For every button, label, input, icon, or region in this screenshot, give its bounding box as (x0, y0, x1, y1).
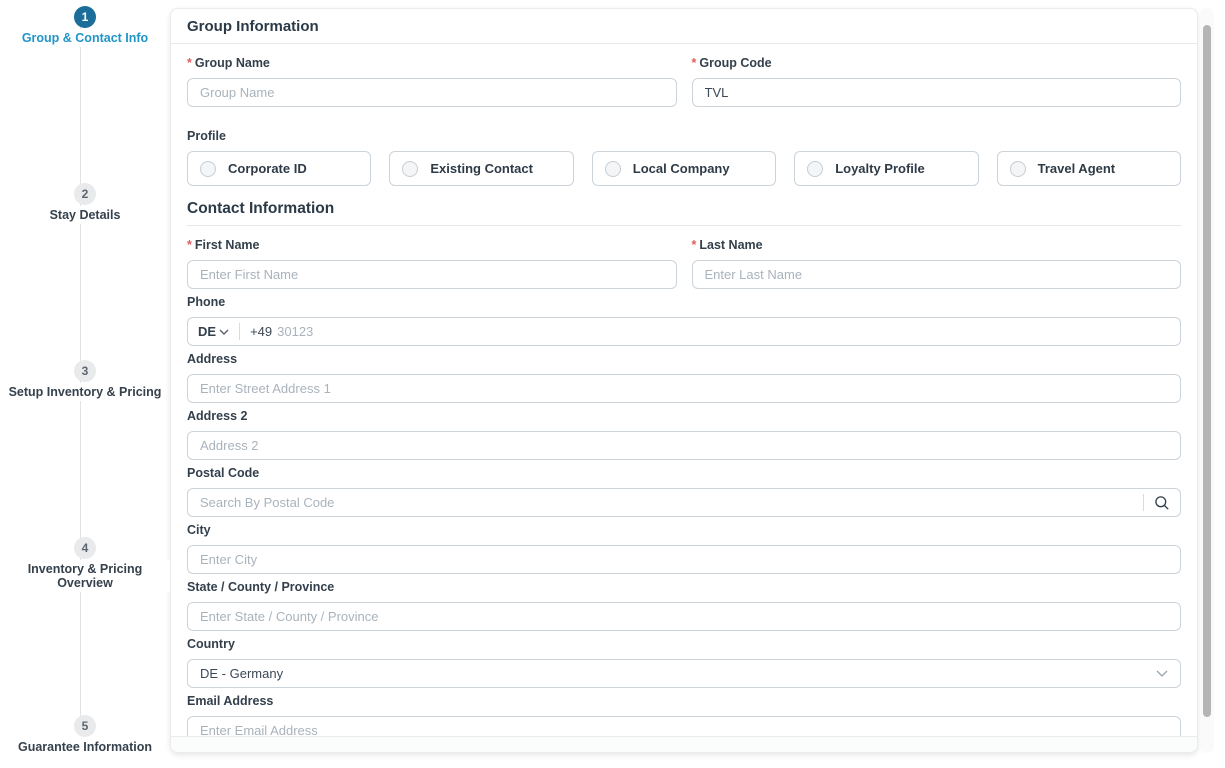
required-asterisk: * (187, 238, 192, 252)
city-field-group: City (187, 523, 1181, 574)
radio-icon[interactable] (605, 161, 621, 177)
postal-code-label: Postal Code (187, 466, 1181, 481)
required-asterisk: * (692, 238, 697, 252)
group-code-input[interactable] (692, 78, 1182, 107)
panel-footer (171, 736, 1197, 752)
profile-option-local-company[interactable]: Local Company (592, 151, 776, 186)
radio-icon[interactable] (402, 161, 418, 177)
profile-option-loyalty-profile[interactable]: Loyalty Profile (794, 151, 978, 186)
phone-composite-input: DE +49 (187, 317, 1181, 346)
phone-country-selector[interactable]: DE (198, 324, 229, 339)
country-label: Country (187, 637, 1181, 652)
step-number-badge[interactable]: 1 (74, 6, 96, 28)
step-label[interactable]: Inventory & Pricing Overview (0, 560, 170, 592)
state-field-group: State / County / Province (187, 580, 1181, 631)
postal-code-composite-input (187, 488, 1181, 517)
group-name-input[interactable] (187, 78, 677, 107)
phone-field-group: Phone DE +49 (187, 295, 1181, 346)
phone-dial-code: +49 (250, 324, 272, 339)
group-code-field-group: *Group Code (692, 56, 1182, 107)
last-name-label: *Last Name (692, 238, 1182, 253)
step-label[interactable]: Setup Inventory & Pricing (5, 383, 166, 401)
first-name-input[interactable] (187, 260, 677, 289)
group-information-panel: Group Information *Group Name *Group Cod… (170, 8, 1198, 753)
address-input[interactable] (187, 374, 1181, 403)
profile-label: Profile (187, 129, 1181, 144)
wizard-stepper: 1 Group & Contact Info 2 Stay Details 3 … (0, 0, 170, 768)
profile-option-corporate-id[interactable]: Corporate ID (187, 151, 371, 186)
state-input[interactable] (187, 602, 1181, 631)
panel-title: Group Information (171, 9, 1197, 44)
scrollbar-thumb[interactable] (1203, 25, 1211, 717)
required-asterisk: * (692, 56, 697, 70)
divider (1143, 494, 1144, 511)
group-name-label: *Group Name (187, 56, 677, 71)
profile-field-group: Profile Corporate ID Existing Contact Lo… (187, 129, 1181, 186)
stepper-step-group-contact-info[interactable]: 1 Group & Contact Info (0, 6, 170, 47)
profile-option-travel-agent[interactable]: Travel Agent (997, 151, 1181, 186)
address-field-group: Address (187, 352, 1181, 403)
stepper-step-guarantee-information[interactable]: 5 Guarantee Information (0, 715, 170, 756)
search-icon (1154, 495, 1170, 511)
country-select[interactable]: DE - Germany (187, 659, 1181, 688)
email-label: Email Address (187, 694, 1181, 709)
group-code-label: *Group Code (692, 56, 1182, 71)
address-label: Address (187, 352, 1181, 367)
first-name-field-group: *First Name (187, 238, 677, 289)
last-name-input[interactable] (692, 260, 1182, 289)
address2-label: Address 2 (187, 409, 1181, 424)
required-asterisk: * (187, 56, 192, 70)
phone-label: Phone (187, 295, 1181, 310)
radio-icon[interactable] (200, 161, 216, 177)
state-label: State / County / Province (187, 580, 1181, 595)
group-name-code-row: *Group Name *Group Code (187, 56, 1181, 107)
step-number-badge[interactable]: 4 (74, 537, 96, 559)
step-number-badge[interactable]: 2 (74, 183, 96, 205)
radio-icon[interactable] (807, 161, 823, 177)
address2-field-group: Address 2 (187, 409, 1181, 460)
profile-options-row: Corporate ID Existing Contact Local Comp… (187, 151, 1181, 186)
stepper-step-setup-inventory-pricing[interactable]: 3 Setup Inventory & Pricing (0, 360, 170, 401)
stepper-step-inventory-pricing-overview[interactable]: 4 Inventory & Pricing Overview (0, 537, 170, 592)
country-selected-value: DE - Germany (200, 666, 1156, 681)
phone-number-input[interactable] (277, 324, 1170, 339)
chevron-down-icon (1156, 670, 1168, 677)
radio-icon[interactable] (1010, 161, 1026, 177)
city-input[interactable] (187, 545, 1181, 574)
group-name-field-group: *Group Name (187, 56, 677, 107)
chevron-down-icon (219, 329, 229, 335)
last-name-field-group: *Last Name (692, 238, 1182, 289)
first-name-label: *First Name (187, 238, 677, 253)
step-number-badge[interactable]: 5 (74, 715, 96, 737)
panel-body: *Group Name *Group Code Profile Corporat… (171, 44, 1197, 745)
step-label[interactable]: Stay Details (46, 206, 125, 224)
contact-information-title: Contact Information (187, 200, 1181, 226)
postal-code-field-group: Postal Code (187, 466, 1181, 517)
city-label: City (187, 523, 1181, 538)
name-row: *First Name *Last Name (187, 238, 1181, 289)
address2-input[interactable] (187, 431, 1181, 460)
country-field-group: Country DE - Germany (187, 637, 1181, 688)
divider (239, 323, 240, 340)
step-label[interactable]: Guarantee Information (14, 738, 156, 756)
stepper-step-stay-details[interactable]: 2 Stay Details (0, 183, 170, 224)
profile-option-existing-contact[interactable]: Existing Contact (389, 151, 573, 186)
postal-code-search-button[interactable] (1146, 495, 1170, 511)
step-number-badge[interactable]: 3 (74, 360, 96, 382)
step-label[interactable]: Group & Contact Info (18, 29, 152, 47)
postal-code-input[interactable] (200, 495, 1135, 510)
